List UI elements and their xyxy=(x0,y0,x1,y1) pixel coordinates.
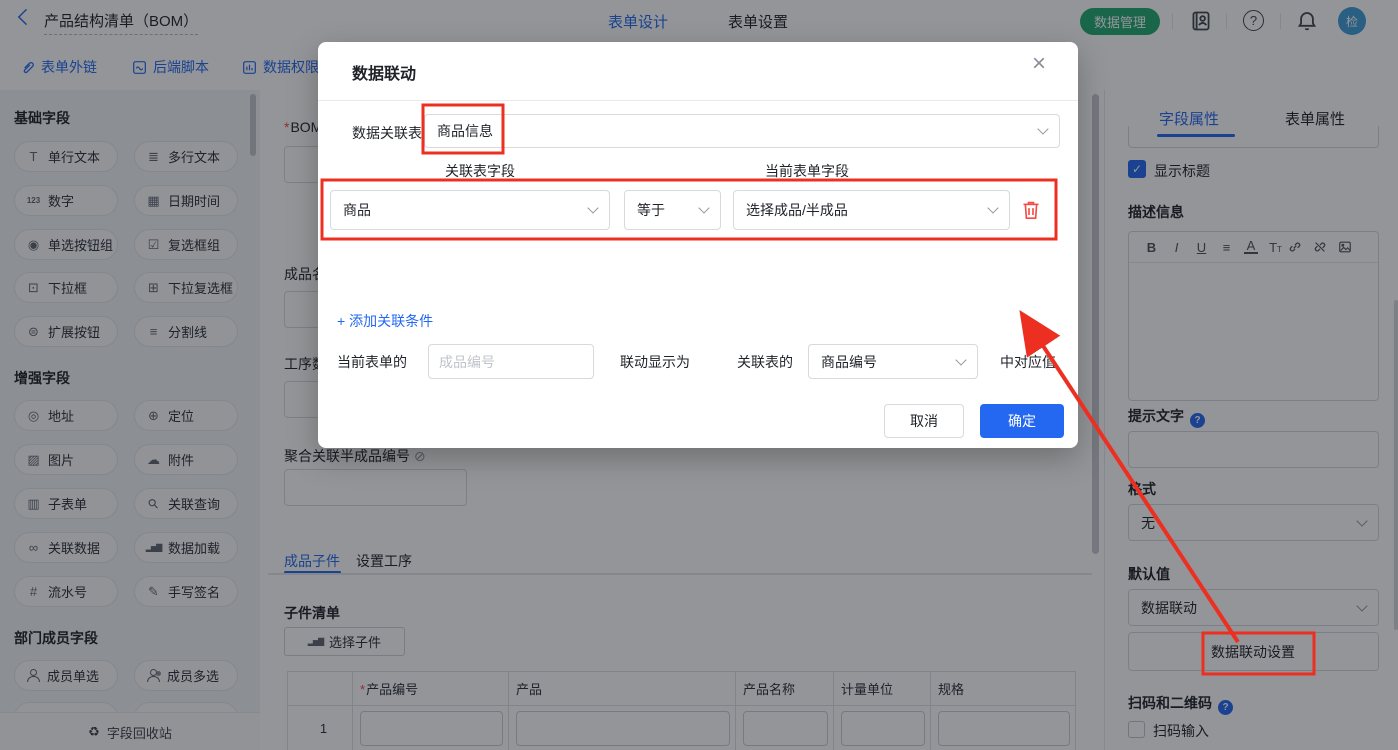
modal-title: 数据联动 xyxy=(352,66,417,83)
chevron-down-icon xyxy=(955,353,967,366)
current-form-label: 当前表单的 xyxy=(337,354,407,370)
corresponding-value-label: 中对应值 xyxy=(1000,354,1056,370)
modal-divider xyxy=(318,100,1078,101)
confirm-button[interactable]: 确定 xyxy=(980,404,1064,438)
condition-field-select[interactable]: 商品 xyxy=(330,190,610,230)
chevron-down-icon xyxy=(698,202,710,214)
relation-of-label: 关联表的 xyxy=(737,354,793,370)
column-header-current-field: 当前表单字段 xyxy=(765,163,849,179)
relation-table-label: 数据关联表 xyxy=(352,125,422,141)
current-field-input[interactable] xyxy=(428,344,594,379)
cancel-button[interactable]: 取消 xyxy=(884,404,964,438)
close-icon[interactable]: × xyxy=(1032,52,1046,76)
relation-table-select[interactable]: 商品信息 xyxy=(424,114,1060,148)
data-linkage-modal: 数据联动 × 数据关联表 商品信息 关联表字段 当前表单字段 商品 等于 选择成… xyxy=(318,42,1078,448)
relation-field-select[interactable]: 商品编号 xyxy=(808,344,978,379)
chevron-down-icon xyxy=(1037,123,1049,135)
chevron-down-icon xyxy=(587,202,599,214)
add-condition-link[interactable]: + 添加关联条件 xyxy=(337,311,433,331)
delete-condition-icon[interactable] xyxy=(1021,199,1041,221)
condition-operator-select[interactable]: 等于 xyxy=(624,190,721,230)
linkage-display-label: 联动显示为 xyxy=(620,354,690,370)
app-root: 产品结构清单（BOM） 表单设计 表单设置 数据管理 ? 检 表单外链 后端脚本… xyxy=(0,0,1398,750)
condition-target-select[interactable]: 选择成品/半成品 xyxy=(733,190,1010,230)
column-header-relation-field: 关联表字段 xyxy=(445,163,515,179)
chevron-down-icon xyxy=(987,202,999,214)
